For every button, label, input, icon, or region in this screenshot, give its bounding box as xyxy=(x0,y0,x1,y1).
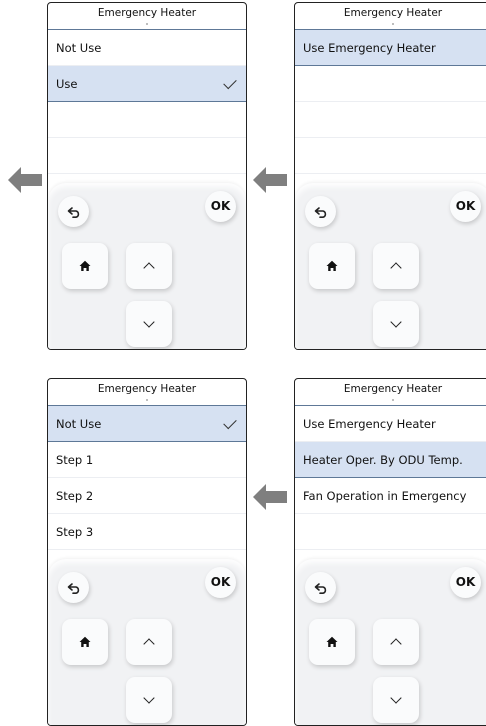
up-button[interactable] xyxy=(373,243,419,289)
checkmark-icon xyxy=(223,75,237,90)
panel-title-text: Emergency Heater xyxy=(97,7,197,19)
navigation-pad: OK xyxy=(295,559,486,725)
back-button[interactable] xyxy=(305,572,336,603)
ok-label: OK xyxy=(210,575,231,589)
panel-bottom-left: Emergency Heater Not Use Step 1 Step 2 Step … xyxy=(47,378,247,726)
chevron-up-icon xyxy=(143,262,155,274)
home-icon xyxy=(79,636,91,647)
menu-item-label: Use Emergency Heater xyxy=(303,417,436,431)
menu-item[interactable]: Step 3 xyxy=(48,514,246,550)
title-indicator-dot xyxy=(146,23,148,25)
down-button[interactable] xyxy=(373,677,419,723)
ok-button[interactable]: OK xyxy=(205,191,236,222)
up-button[interactable] xyxy=(126,243,172,289)
panel-title: Emergency Heater xyxy=(295,379,486,405)
home-button[interactable] xyxy=(309,243,355,289)
home-icon xyxy=(326,260,338,271)
menu-item xyxy=(295,514,486,550)
back-button[interactable] xyxy=(305,196,336,227)
back-arrow-icon xyxy=(67,582,79,594)
menu-item[interactable]: Step 2 xyxy=(48,478,246,514)
back-arrow-icon xyxy=(67,206,79,218)
menu-item-label: Step 3 xyxy=(56,525,94,539)
title-indicator-dot xyxy=(392,23,394,25)
down-button[interactable] xyxy=(126,677,172,723)
panel-title-text: Emergency Heater xyxy=(343,7,443,19)
menu-item[interactable]: Use xyxy=(48,66,246,102)
panel-title-text: Emergency Heater xyxy=(343,383,443,395)
menu-item-label: Not Use xyxy=(56,417,102,431)
chevron-up-icon xyxy=(390,638,402,650)
menu-item-label: Heater Oper. By ODU Temp. xyxy=(303,453,463,467)
menu-item[interactable]: Not Use xyxy=(48,406,246,442)
ok-button[interactable]: OK xyxy=(450,567,481,598)
ok-button[interactable]: OK xyxy=(450,191,481,222)
navigation-pad: OK xyxy=(48,183,246,349)
ok-label: OK xyxy=(455,575,476,589)
menu-list: Use Emergency Heater xyxy=(295,29,486,174)
menu-item-label: Fan Operation in Emergency xyxy=(303,489,467,503)
chevron-down-icon xyxy=(390,692,402,704)
up-button[interactable] xyxy=(126,619,172,665)
home-icon xyxy=(326,636,338,647)
back-button[interactable] xyxy=(58,196,89,227)
panel-bottom-right: Emergency Heater Use Emergency Heater Heat… xyxy=(294,378,486,726)
chevron-down-icon xyxy=(143,692,155,704)
menu-list: Use Emergency Heater Heater Oper. By ODU … xyxy=(295,405,486,550)
menu-item-label: Use Emergency Heater xyxy=(303,41,436,55)
up-button[interactable] xyxy=(373,619,419,665)
navigation-pad: OK xyxy=(48,559,246,725)
checkmark-icon xyxy=(223,415,237,430)
chevron-up-icon xyxy=(143,638,155,650)
menu-item xyxy=(48,102,246,138)
menu-list: Not Use Step 1 Step 2 Step 3 xyxy=(48,405,246,550)
menu-item-label: Step 2 xyxy=(56,489,94,503)
chevron-up-icon xyxy=(390,262,402,274)
home-button[interactable] xyxy=(309,619,355,665)
title-indicator-dot xyxy=(392,399,394,401)
back-arrow-icon xyxy=(314,206,326,218)
flow-arrow-middle-bottom-icon xyxy=(253,484,287,510)
panel-top-right: Emergency Heater Use Emergency Heater OK xyxy=(294,2,486,350)
chevron-down-icon xyxy=(143,316,155,328)
flow-arrow-left-icon xyxy=(8,167,42,193)
panel-title: Emergency Heater xyxy=(295,3,486,29)
panel-top-left: Emergency Heater Not Use Use OK xyxy=(47,2,247,350)
home-icon xyxy=(79,260,91,271)
menu-item xyxy=(295,66,486,102)
panel-title: Emergency Heater xyxy=(48,3,246,29)
down-button[interactable] xyxy=(373,301,419,347)
navigation-pad: OK xyxy=(295,183,486,349)
panel-title-text: Emergency Heater xyxy=(97,383,197,395)
menu-item[interactable]: Step 1 xyxy=(48,442,246,478)
menu-item[interactable]: Use Emergency Heater xyxy=(295,406,486,442)
menu-list: Not Use Use xyxy=(48,29,246,174)
menu-item[interactable]: Not Use xyxy=(48,30,246,66)
menu-item-label: Not Use xyxy=(56,41,102,55)
menu-item-label: Step 1 xyxy=(56,453,94,467)
ok-button[interactable]: OK xyxy=(205,567,236,598)
menu-item xyxy=(48,138,246,174)
ok-label: OK xyxy=(455,199,476,213)
home-button[interactable] xyxy=(62,243,108,289)
menu-item xyxy=(295,102,486,138)
back-button[interactable] xyxy=(58,572,89,603)
back-arrow-icon xyxy=(314,582,326,594)
flow-arrow-middle-top-icon xyxy=(253,167,287,193)
title-indicator-dot xyxy=(146,399,148,401)
home-button[interactable] xyxy=(62,619,108,665)
menu-item-label: Use xyxy=(56,77,78,91)
chevron-down-icon xyxy=(390,316,402,328)
menu-item[interactable]: Heater Oper. By ODU Temp. xyxy=(295,442,486,478)
menu-item xyxy=(295,138,486,174)
down-button[interactable] xyxy=(126,301,172,347)
menu-item[interactable]: Fan Operation in Emergency xyxy=(295,478,486,514)
menu-item[interactable]: Use Emergency Heater xyxy=(295,30,486,66)
panel-title: Emergency Heater xyxy=(48,379,246,405)
ok-label: OK xyxy=(210,199,231,213)
